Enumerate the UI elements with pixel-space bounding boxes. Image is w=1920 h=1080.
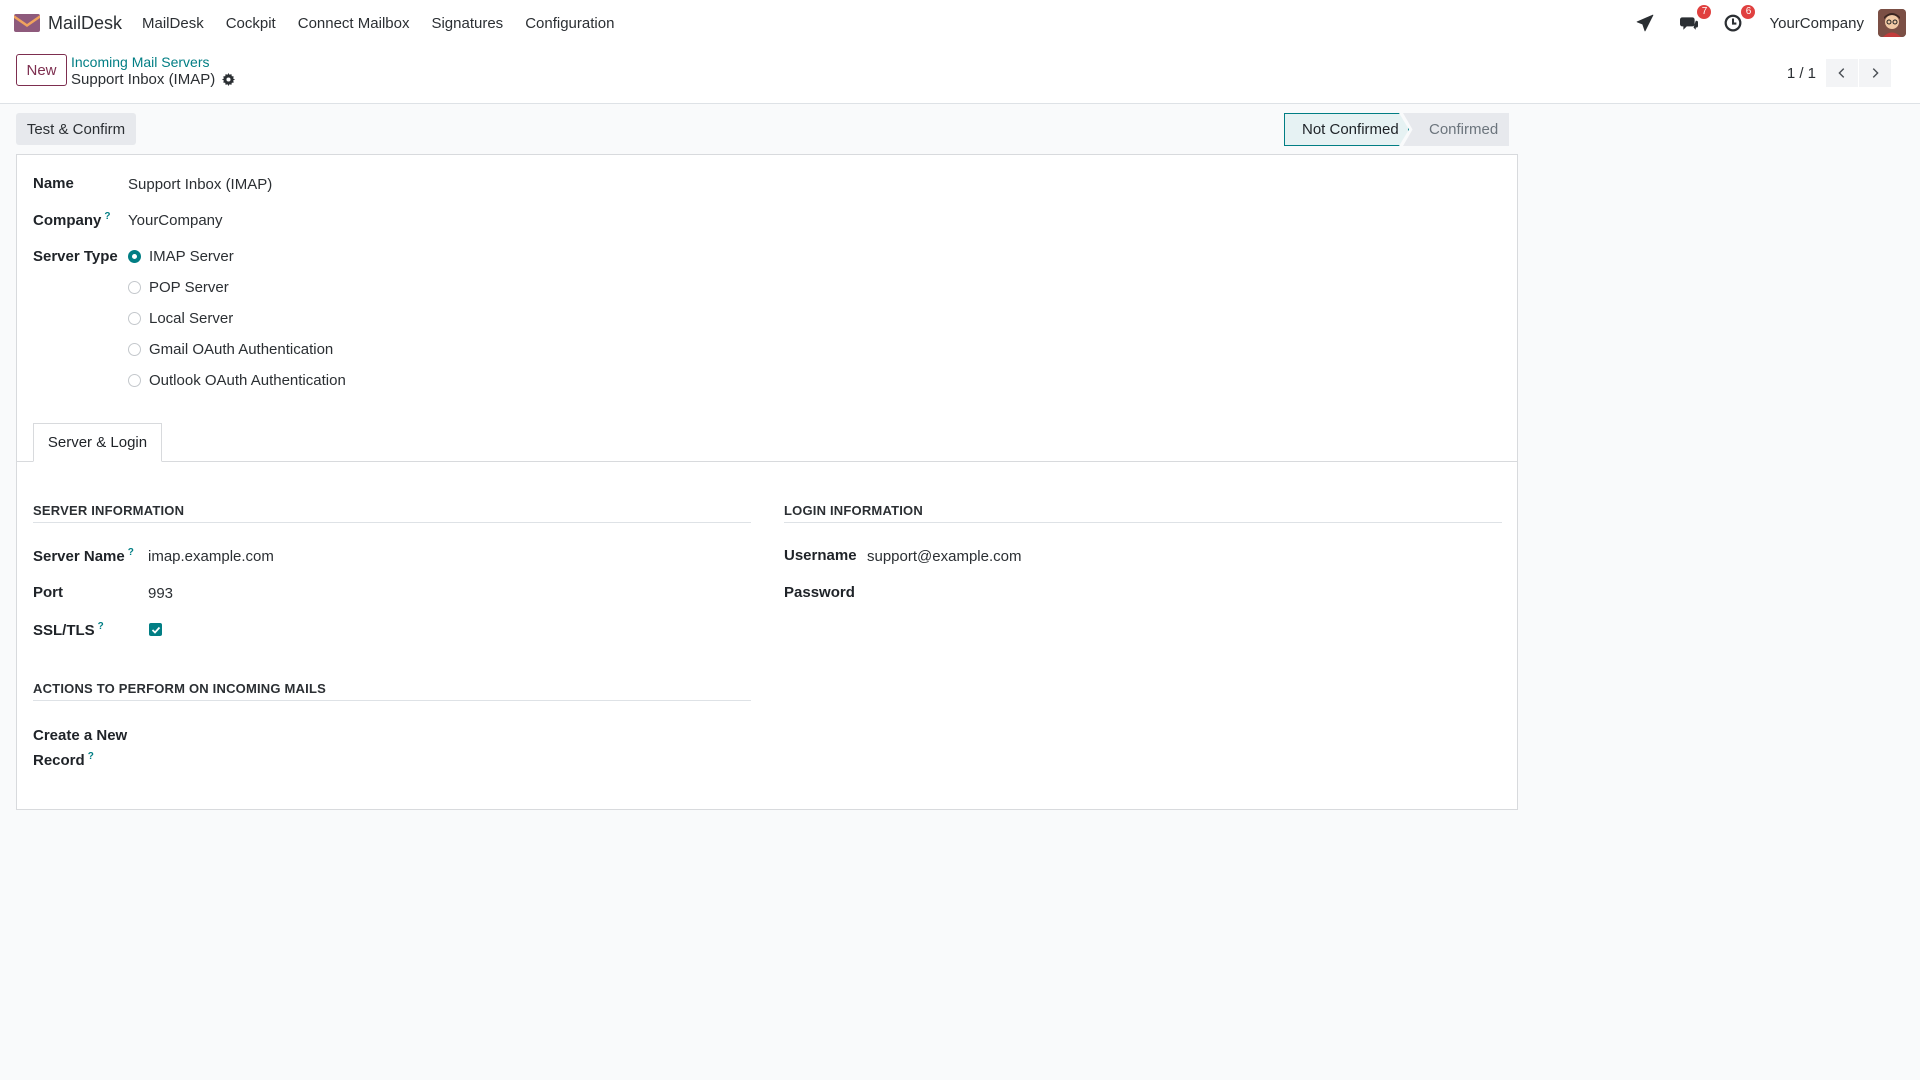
menu-signatures[interactable]: Signatures xyxy=(431,15,503,32)
radio-button[interactable] xyxy=(128,343,141,356)
radio-label: Outlook OAuth Authentication xyxy=(149,372,346,389)
menu-configuration[interactable]: Configuration xyxy=(525,15,614,32)
app-name: MailDesk xyxy=(48,12,123,33)
username-label: Username xyxy=(784,547,857,564)
chevron-right-icon xyxy=(1872,68,1879,78)
app-brand[interactable]: MailDesk xyxy=(14,13,122,34)
server-information-heading: SERVER INFORMATION xyxy=(33,503,751,523)
stage-not-confirmed[interactable]: Not Confirmed xyxy=(1284,113,1409,146)
ssl-tls-help-icon[interactable]: ? xyxy=(98,621,104,632)
radio-label: POP Server xyxy=(149,279,229,296)
radio-label: Local Server xyxy=(149,310,234,327)
breadcrumb-current: Support Inbox (IMAP) xyxy=(71,71,236,88)
company-field[interactable]: YourCompany xyxy=(128,212,223,229)
test-confirm-button[interactable]: Test & Confirm xyxy=(16,113,136,145)
chevron-left-icon xyxy=(1838,68,1845,78)
username-field[interactable]: support@example.com xyxy=(867,548,1021,565)
server-name-field[interactable]: imap.example.com xyxy=(148,548,274,565)
radio-button[interactable] xyxy=(128,281,141,294)
checkmark-icon xyxy=(151,626,160,634)
login-information-heading: LOGIN INFORMATION xyxy=(784,503,1502,523)
server-name-help-icon[interactable]: ? xyxy=(128,547,134,558)
port-field[interactable]: 993 xyxy=(148,585,173,602)
messages-count-badge: 7 xyxy=(1697,5,1712,19)
name-label: Name xyxy=(33,175,74,192)
company-help-icon[interactable]: ? xyxy=(104,211,110,222)
password-label: Password xyxy=(784,584,855,601)
user-avatar-icon xyxy=(1878,9,1906,37)
user-avatar[interactable] xyxy=(1878,9,1906,37)
pager-next-button[interactable] xyxy=(1859,59,1891,87)
control-panel: New Incoming Mail Servers Support Inbox … xyxy=(0,46,1920,104)
radio-local-server[interactable]: Local Server xyxy=(128,310,233,327)
menu-connect-mailbox[interactable]: Connect Mailbox xyxy=(298,15,410,32)
systray: 7 6 YourCompany xyxy=(1613,5,1906,37)
create-record-help-icon[interactable]: ? xyxy=(88,751,94,762)
server-name-label-text: Server Name xyxy=(33,548,125,565)
activities-count-badge: 6 xyxy=(1741,5,1756,19)
actions-heading: ACTIONS TO PERFORM ON INCOMING MAILS xyxy=(33,681,751,701)
create-record-label-line2: Record xyxy=(33,752,85,769)
radio-label: Gmail OAuth Authentication xyxy=(149,341,334,358)
pager-previous-button[interactable] xyxy=(1826,59,1858,87)
radio-gmail-oauth[interactable]: Gmail OAuth Authentication xyxy=(128,341,333,358)
radio-button-checked[interactable] xyxy=(128,250,141,263)
name-field[interactable]: Support Inbox (IMAP) xyxy=(128,176,272,193)
radio-imap-server[interactable]: IMAP Server xyxy=(128,248,234,265)
activities-clock-icon[interactable]: 6 xyxy=(1721,5,1756,35)
new-button[interactable]: New xyxy=(16,54,67,86)
radio-button[interactable] xyxy=(128,312,141,325)
tabs-divider xyxy=(17,461,1517,462)
create-record-label-line1: Create a New xyxy=(33,727,128,744)
radio-pop-server[interactable]: POP Server xyxy=(128,279,229,296)
ssl-tls-label: SSL/TLS? xyxy=(33,621,104,639)
company-label-text: Company xyxy=(33,212,102,229)
company-switcher[interactable]: YourCompany xyxy=(1769,15,1864,32)
company-label: Company? xyxy=(33,211,110,229)
menu-cockpit[interactable]: Cockpit xyxy=(226,15,276,32)
port-label: Port xyxy=(33,584,63,601)
tab-server-login[interactable]: Server & Login xyxy=(33,423,162,462)
radio-button[interactable] xyxy=(128,374,141,387)
breadcrumb-incoming-mail-servers[interactable]: Incoming Mail Servers xyxy=(71,54,210,70)
menu-maildesk[interactable]: MailDesk xyxy=(142,15,204,32)
name-label-text: Name xyxy=(33,175,74,192)
stage-confirmed[interactable]: Confirmed xyxy=(1403,113,1509,146)
pager-value[interactable]: 1 / 1 xyxy=(1787,65,1816,82)
create-record-label: Create a New Record? xyxy=(33,725,127,771)
top-navbar: MailDesk MailDesk Cockpit Connect Mailbo… xyxy=(0,0,1920,46)
status-bar: Not Confirmed Confirmed xyxy=(1284,113,1509,146)
radio-label: IMAP Server xyxy=(149,248,234,265)
gear-icon[interactable] xyxy=(222,73,236,86)
send-icon[interactable] xyxy=(1633,11,1657,35)
server-name-label: Server Name? xyxy=(33,547,134,565)
form-sheet: Name Support Inbox (IMAP) Company? YourC… xyxy=(16,154,1518,810)
messages-icon[interactable]: 7 xyxy=(1677,5,1712,35)
main-menu: MailDesk Cockpit Connect Mailbox Signatu… xyxy=(142,15,636,32)
radio-outlook-oauth[interactable]: Outlook OAuth Authentication xyxy=(128,372,346,389)
ssl-tls-checkbox[interactable] xyxy=(149,623,162,636)
record-title: Support Inbox (IMAP) xyxy=(71,71,216,88)
server-type-label: Server Type xyxy=(33,248,118,265)
ssl-tls-label-text: SSL/TLS xyxy=(33,622,95,639)
maildesk-logo-icon xyxy=(14,14,40,32)
pager: 1 / 1 xyxy=(1787,59,1891,87)
